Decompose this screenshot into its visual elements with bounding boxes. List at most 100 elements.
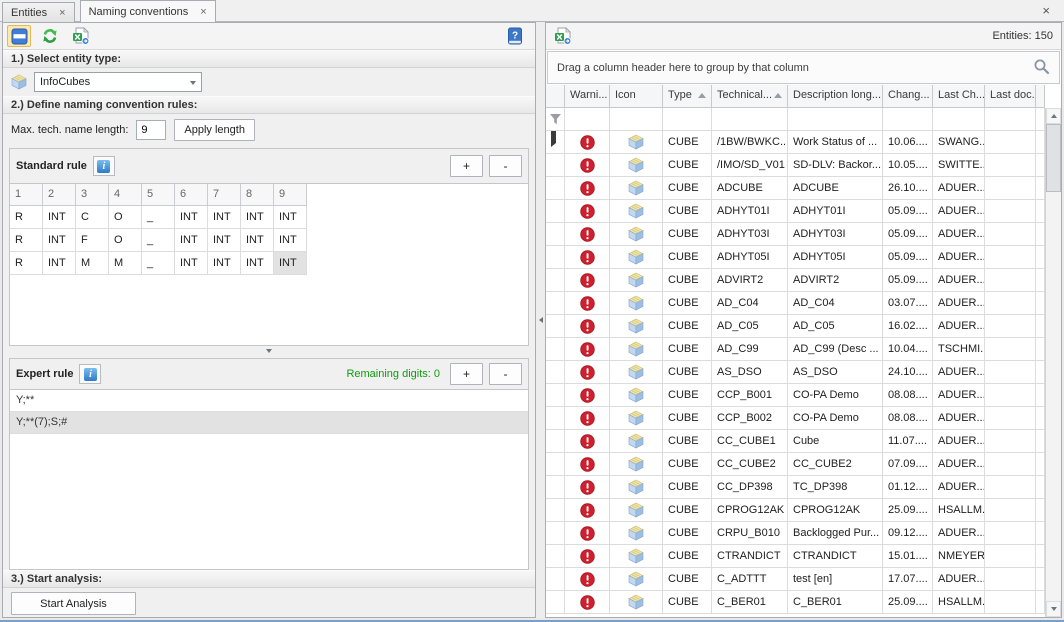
entity-row[interactable]: CUBEAD_C04AD_C0403.07....ADUER... — [546, 292, 1045, 315]
entity-row[interactable]: CUBEADVIRT2ADVIRT205.09....ADUER... — [546, 269, 1045, 292]
standard-rule-add-button[interactable]: + — [450, 155, 483, 177]
standard-rule-cell[interactable]: O — [109, 229, 142, 252]
column-header-icon[interactable]: Icon — [610, 85, 663, 108]
standard-rule-row[interactable]: RINTMM_INTINTINTINT — [10, 252, 528, 275]
standard-rule-column-header[interactable]: 7 — [208, 184, 241, 206]
save-button[interactable] — [7, 25, 31, 47]
standard-rule-cell[interactable]: INT — [241, 206, 274, 229]
entity-row[interactable]: CUBECC_CUBE2CC_CUBE207.09....ADUER... — [546, 453, 1045, 476]
standard-rule-info-button[interactable]: i — [93, 156, 115, 176]
apply-length-button[interactable]: Apply length — [174, 119, 255, 141]
excel-export-button[interactable] — [69, 25, 93, 47]
filter-cell-type[interactable] — [663, 108, 712, 131]
standard-rule-cell[interactable]: INT — [208, 252, 241, 275]
entity-row[interactable]: CUBECRPU_B010Backlogged Pur...09.12....A… — [546, 522, 1045, 545]
standard-rule-cell[interactable]: INT — [43, 206, 76, 229]
entity-row[interactable]: CUBEC_ADTTTtest [en]17.07....ADUER... — [546, 568, 1045, 591]
entity-row[interactable]: CUBE/IMO/SD_V01SD-DLV: Backor...10.05...… — [546, 154, 1045, 177]
entity-row[interactable]: CUBE/1BW/BWKC...Work Status of ...10.06.… — [546, 131, 1045, 154]
standard-rule-column-header[interactable]: 3 — [76, 184, 109, 206]
column-header-last_changed_by[interactable]: Last Ch... — [933, 85, 985, 108]
grid-excel-export-button[interactable] — [551, 25, 575, 47]
entity-row[interactable]: CUBEADCUBEADCUBE26.10....ADUER... — [546, 177, 1045, 200]
entity-type-dropdown[interactable]: InfoCubes — [34, 72, 202, 92]
standard-rule-cell[interactable]: INT — [175, 206, 208, 229]
entity-row[interactable]: CUBEAS_DSOAS_DSO24.10....ADUER... — [546, 361, 1045, 384]
filter-cell-icon[interactable] — [610, 108, 663, 131]
entity-row[interactable]: CUBECC_CUBE1Cube11.07....ADUER... — [546, 430, 1045, 453]
standard-rule-cell[interactable]: O — [109, 206, 142, 229]
entity-row[interactable]: CUBECCP_B002CO-PA Demo08.08....ADUER... — [546, 407, 1045, 430]
expert-rule-list[interactable]: Y;**Y;**(7);S;# — [10, 389, 528, 569]
group-by-bar[interactable]: Drag a column header here to group by th… — [547, 51, 1060, 84]
search-button[interactable] — [1033, 58, 1050, 78]
standard-rule-cell[interactable]: INT — [43, 252, 76, 275]
column-header-description[interactable]: Description long... — [788, 85, 883, 108]
entity-row[interactable]: CUBEADHYT05IADHYT05I05.09....ADUER... — [546, 246, 1045, 269]
entity-row[interactable]: CUBECC_DP398TC_DP39801.12....ADUER... — [546, 476, 1045, 499]
standard-rule-cell[interactable]: M — [109, 252, 142, 275]
standard-rule-cell[interactable]: INT — [43, 229, 76, 252]
filter-cell-last_changed_by[interactable] — [933, 108, 985, 131]
standard-rule-cell[interactable]: INT — [208, 229, 241, 252]
entity-row[interactable]: CUBEAD_C05AD_C0516.02....ADUER... — [546, 315, 1045, 338]
standard-rule-column-header[interactable]: 4 — [109, 184, 142, 206]
scroll-thumb[interactable] — [1046, 124, 1061, 192]
standard-rule-cell[interactable]: _ — [142, 229, 175, 252]
standard-rule-row[interactable]: RINTFO_INTINTINTINT — [10, 229, 528, 252]
standard-rule-column-header[interactable]: 5 — [142, 184, 175, 206]
column-header-changed[interactable]: Chang... — [883, 85, 933, 108]
scroll-up-button[interactable] — [1046, 108, 1061, 124]
standard-rule-cell[interactable]: R — [10, 229, 43, 252]
standard-rule-cell[interactable]: INT — [175, 229, 208, 252]
start-analysis-button[interactable]: Start Analysis — [11, 592, 136, 615]
standard-rule-column-header[interactable]: 1 — [10, 184, 43, 206]
document-close-icon[interactable]: × — [1042, 4, 1050, 17]
tab-entities-close-icon[interactable]: × — [59, 8, 65, 18]
standard-rule-column-header[interactable]: 9 — [274, 184, 307, 206]
standard-rule-column-header[interactable]: 6 — [175, 184, 208, 206]
filter-cell-last_doc[interactable] — [985, 108, 1036, 131]
expert-rule-remove-button[interactable]: - — [489, 363, 522, 385]
standard-rule-cell[interactable]: INT — [208, 206, 241, 229]
standard-rule-cell[interactable]: R — [10, 252, 43, 275]
tab-naming-conventions-close-icon[interactable]: × — [200, 7, 206, 17]
standard-rule-cell[interactable]: INT — [241, 229, 274, 252]
filter-cell-technical[interactable] — [712, 108, 788, 131]
help-button[interactable]: ? — [503, 25, 527, 47]
expert-rule-row[interactable]: Y;**(7);S;# — [10, 412, 528, 434]
entity-row[interactable]: CUBECCP_B001CO-PA Demo08.08....ADUER... — [546, 384, 1045, 407]
standard-rule-remove-button[interactable]: - — [489, 155, 522, 177]
max-length-input[interactable] — [136, 120, 166, 140]
standard-rule-cell[interactable]: R — [10, 206, 43, 229]
standard-rule-cell[interactable]: C — [76, 206, 109, 229]
entity-row[interactable]: CUBEC_BER01C_BER0125.09....HSALLM... — [546, 591, 1045, 614]
column-header-warning[interactable]: Warni... — [565, 85, 610, 108]
entity-row[interactable]: CUBEADHYT03IADHYT03I05.09....ADUER... — [546, 223, 1045, 246]
scroll-down-button[interactable] — [1046, 601, 1061, 617]
filter-cell-description[interactable] — [788, 108, 883, 131]
standard-rule-column-header[interactable]: 8 — [241, 184, 274, 206]
entity-row[interactable]: CUBECTRANDICTCTRANDICT15.01....NMEYER — [546, 545, 1045, 568]
expert-rule-row[interactable]: Y;** — [10, 390, 528, 412]
column-header-type[interactable]: Type — [663, 85, 712, 108]
refresh-button[interactable] — [38, 25, 62, 47]
entity-row[interactable]: CUBECPROG12AKCPROG12AK25.09....HSALLM... — [546, 499, 1045, 522]
standard-rule-cell[interactable]: M — [76, 252, 109, 275]
standard-rule-column-header[interactable]: 2 — [43, 184, 76, 206]
column-header-technical[interactable]: Technical... — [712, 85, 788, 108]
filter-cell-warning[interactable] — [565, 108, 610, 131]
standard-rule-cell[interactable]: INT — [241, 252, 274, 275]
standard-rule-table[interactable]: 123456789RINTCO_INTINTINTINTRINTFO_INTIN… — [10, 183, 528, 345]
standard-rule-cell[interactable]: F — [76, 229, 109, 252]
standard-rule-cell[interactable]: INT — [274, 206, 307, 229]
standard-rule-cell[interactable]: INT — [274, 229, 307, 252]
standard-rule-cell[interactable]: _ — [142, 252, 175, 275]
expert-rule-info-button[interactable]: i — [79, 364, 101, 384]
expert-rule-add-button[interactable]: + — [450, 363, 483, 385]
standard-rule-cell[interactable]: _ — [142, 206, 175, 229]
filter-cell-changed[interactable] — [883, 108, 933, 131]
entity-row[interactable]: CUBEADHYT01IADHYT01I05.09....ADUER... — [546, 200, 1045, 223]
vertical-scrollbar[interactable] — [1045, 108, 1061, 617]
rule-splitter[interactable] — [3, 346, 535, 356]
